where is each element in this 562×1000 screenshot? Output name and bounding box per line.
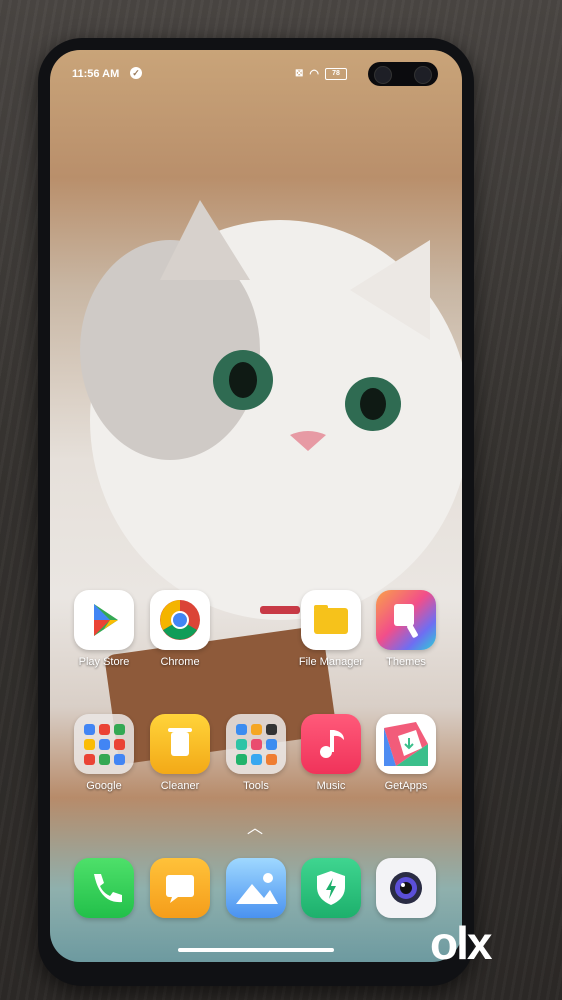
chrome-icon [150, 590, 210, 650]
gesture-bar[interactable] [178, 948, 334, 952]
clock-time: 11:56 AM [72, 68, 120, 80]
app-label: Tools [243, 780, 269, 792]
app-label: Themes [386, 656, 426, 668]
wifi-icon: ◠ [309, 68, 319, 80]
camera-icon [376, 858, 436, 918]
app-cleaner[interactable]: Cleaner [142, 714, 218, 792]
app-themes[interactable]: Themes [368, 590, 444, 668]
camera-cutout [368, 62, 438, 86]
folder-icon [301, 590, 361, 650]
app-label: Music [316, 780, 346, 792]
folder-tools[interactable]: Tools [218, 714, 294, 792]
verified-icon: ✓ [130, 67, 142, 79]
gallery-icon [226, 858, 286, 918]
tools-folder-icon [226, 714, 286, 774]
folder-google[interactable]: Google [66, 714, 142, 792]
themes-brush-icon [376, 590, 436, 650]
app-music[interactable]: Music [293, 714, 369, 792]
music-note-icon [301, 714, 361, 774]
google-folder-icon [74, 714, 134, 774]
dock-phone[interactable] [66, 858, 142, 918]
dock-messages[interactable] [142, 858, 218, 918]
app-play-store[interactable]: Play Store [66, 590, 142, 668]
security-shield-icon [301, 858, 361, 918]
trash-icon [150, 714, 210, 774]
app-label: Cleaner [160, 780, 200, 792]
status-icons: ⊠ ◠ 78 [295, 67, 347, 80]
chevron-up-icon[interactable]: ︿ [247, 814, 263, 838]
no-sim-icon: ⊠ [295, 68, 304, 79]
app-label: Chrome [160, 656, 200, 668]
messages-icon [150, 858, 210, 918]
app-label: GetApps [384, 780, 428, 792]
phone-icon [74, 858, 134, 918]
olx-watermark: olx [430, 917, 492, 969]
dock-camera[interactable] [368, 858, 444, 918]
app-file-manager[interactable]: File Manager [293, 590, 369, 668]
home-screen[interactable]: 11:56 AM ✓ ⊠ ◠ 78 Play Store Chrome File… [50, 50, 462, 962]
play-store-icon [74, 590, 134, 650]
app-label: File Manager [298, 656, 364, 668]
dock-gallery[interactable] [218, 858, 294, 918]
dock-security[interactable] [293, 858, 369, 918]
app-chrome[interactable]: Chrome [142, 590, 218, 668]
app-label: Google [86, 780, 122, 792]
getapps-icon [376, 714, 436, 774]
app-getapps[interactable]: GetApps [368, 714, 444, 792]
battery-icon: 78 [325, 67, 347, 80]
app-label: Play Store [78, 656, 130, 668]
